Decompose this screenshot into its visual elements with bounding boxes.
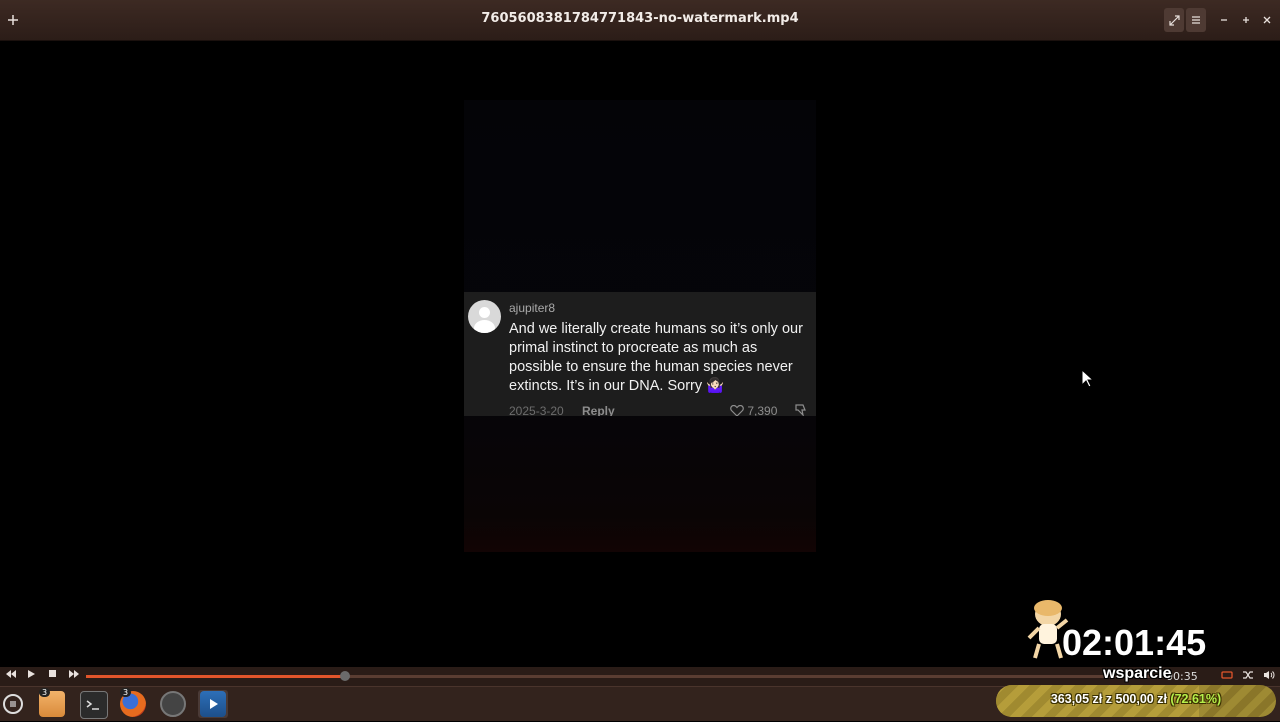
title-bar: 7605608381784771843-no-watermark.mp4 (0, 0, 1280, 41)
reply-link: Reply (582, 404, 615, 416)
comment-username: ajupiter8 (509, 301, 556, 315)
launcher-badge: 3 (120, 688, 132, 697)
player-controls: 00:35 (0, 667, 1280, 686)
avatar (468, 300, 501, 333)
fast-forward-icon[interactable] (68, 669, 80, 682)
fullscreen-icon[interactable] (1164, 8, 1184, 32)
video-player-launcher[interactable] (198, 690, 228, 718)
rewind-icon[interactable] (5, 669, 17, 682)
terminal-launcher[interactable] (78, 690, 108, 719)
system-monitor-icon (160, 691, 186, 717)
heart-icon (730, 404, 744, 416)
menu-icon[interactable] (1186, 8, 1206, 32)
support-label: wsparcie (1103, 665, 1172, 682)
clapperboard-icon (200, 691, 226, 717)
donation-goal-bar: 363,05 zł z 500,00 zł (72.61%) (996, 685, 1276, 717)
volume-icon[interactable] (1263, 670, 1275, 683)
seek-handle[interactable] (339, 671, 350, 681)
comment-date: 2025-3-20 (509, 404, 564, 416)
like-count: 7,390 (730, 404, 777, 416)
comment-card: ajupiter8 And we literally create humans… (464, 292, 816, 416)
launcher-badge: 3 (39, 688, 51, 697)
maximize-icon[interactable] (1236, 8, 1256, 32)
system-monitor-launcher[interactable] (158, 690, 188, 718)
power-menu-icon[interactable] (3, 694, 23, 714)
play-icon[interactable] (26, 669, 36, 682)
comment-text: And we literally create humans so it’s o… (509, 321, 803, 394)
window-title: 7605608381784771843-no-watermark.mp4 (481, 11, 799, 26)
mouse-cursor-icon (1081, 369, 1095, 388)
shuffle-icon[interactable] (1242, 670, 1254, 683)
minimize-icon[interactable] (1214, 8, 1234, 32)
donation-text: 363,05 zł z 500,00 zł (72.61%) (996, 692, 1276, 706)
terminal-icon (80, 691, 108, 719)
seek-progress (86, 675, 345, 678)
dislike-icon (794, 403, 808, 416)
stream-timer: 02:01:45 (1062, 622, 1207, 663)
donation-percent: (72.61%) (1170, 692, 1222, 706)
likes-value: 7,390 (747, 404, 778, 416)
firefox-launcher[interactable]: 3 (118, 688, 148, 718)
files-launcher[interactable]: 3 (37, 688, 67, 718)
donation-separator: z (1105, 692, 1113, 706)
close-icon[interactable] (1257, 8, 1277, 32)
repeat-icon[interactable] (1221, 670, 1233, 683)
donation-amount: 363,05 zł (1050, 692, 1103, 706)
stop-icon[interactable] (48, 669, 57, 682)
donation-goal: 500,00 zł (1115, 692, 1167, 706)
